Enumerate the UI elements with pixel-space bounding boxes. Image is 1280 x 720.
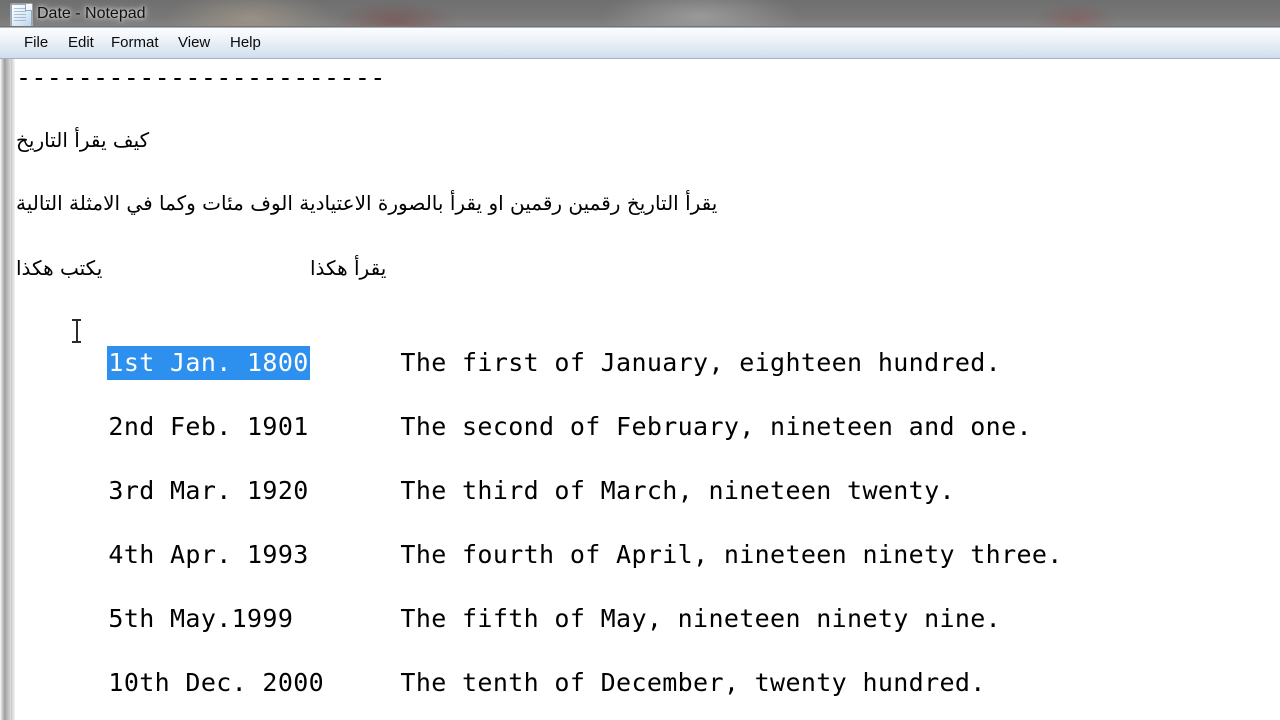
table-row[interactable]: 5th May.1999 The fifth of May, nineteen n… bbox=[16, 571, 1280, 633]
menu-bar: File Edit Format View Help bbox=[0, 28, 1280, 59]
arabic-intro-paragraph: يقرأ التاريخ رقمين رقمين او يقرأ بالصورة… bbox=[16, 191, 718, 215]
table-row[interactable]: 4th Apr. 1993 The fourth of April, ninete… bbox=[16, 507, 1280, 569]
separator-line: ------------------------ bbox=[16, 63, 386, 92]
column-header-written: يكتب هكذا bbox=[16, 256, 103, 280]
icon-page-lines bbox=[14, 8, 26, 22]
vertical-scrollbar-gutter[interactable] bbox=[0, 59, 15, 720]
table-row[interactable]: 3rd Mar. 1920 The third of March, ninetee… bbox=[16, 443, 1280, 505]
menu-item-edit[interactable]: Edit bbox=[62, 32, 100, 54]
table-row[interactable]: 2nd Feb. 1901 The second of February, nin… bbox=[16, 379, 1280, 441]
row-read-text: The first of January, eighteen hundred. bbox=[400, 348, 1002, 377]
row-read-text: The fourth of April, nineteen ninety thr… bbox=[400, 540, 1063, 569]
row-read-text: The second of February, nineteen and one… bbox=[400, 412, 1032, 441]
text-editing-area[interactable]: ------------------------ كيف يقرأ التاري… bbox=[0, 59, 1280, 720]
title-bar[interactable]: Date - Notepad bbox=[0, 0, 1280, 28]
row-read-text: The third of March, nineteen twenty. bbox=[400, 476, 955, 505]
row-read-text: The tenth of December, twenty hundred. bbox=[400, 668, 986, 697]
row-written-date[interactable]: 4th Apr. 1993 bbox=[108, 539, 400, 571]
menu-item-view[interactable]: View bbox=[172, 32, 216, 54]
icon-page-fold bbox=[25, 4, 32, 11]
row-written-date[interactable]: 5th May.1999 bbox=[108, 603, 400, 635]
menu-item-file[interactable]: File bbox=[18, 32, 54, 54]
notepad-window: Date - Notepad File Edit Format View Hel… bbox=[0, 0, 1280, 720]
row-written-date[interactable]: 3rd Mar. 1920 bbox=[108, 475, 400, 507]
row-written-date[interactable]: 10th Dec. 2000 bbox=[108, 667, 400, 699]
scrollbar-track[interactable] bbox=[4, 59, 11, 720]
menu-item-format[interactable]: Format bbox=[105, 32, 165, 54]
column-header-read: يقرأ هكذا bbox=[310, 256, 387, 280]
window-title: Date - Notepad bbox=[37, 5, 146, 22]
row-read-text: The fifth of May, nineteen ninety nine. bbox=[400, 604, 1002, 633]
notepad-document-icon bbox=[11, 4, 32, 27]
table-row[interactable]: 21st Nov. 1648The twenty-first of Novemb… bbox=[16, 699, 1280, 720]
row-written-date[interactable]: 1st Jan. 1800 bbox=[108, 347, 309, 379]
arabic-heading: كيف يقرأ التاريخ bbox=[16, 128, 150, 152]
table-row[interactable]: 10th Dec. 2000 The tenth of December, twe… bbox=[16, 635, 1280, 697]
table-row[interactable]: 1st Jan. 1800 The first of January, eight… bbox=[16, 315, 1280, 379]
row-written-date[interactable]: 2nd Feb. 1901 bbox=[108, 411, 400, 443]
menu-item-help[interactable]: Help bbox=[224, 32, 267, 54]
